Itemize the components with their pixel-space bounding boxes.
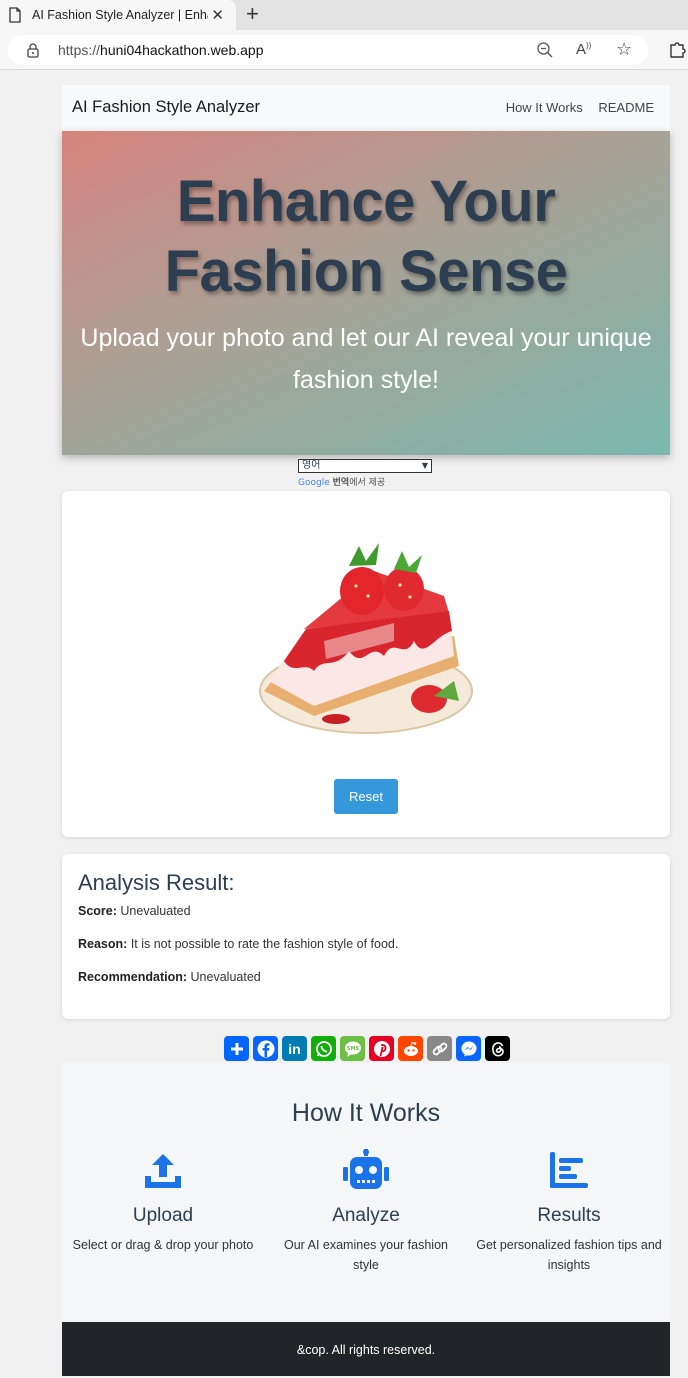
copy-link-icon[interactable] xyxy=(427,1036,452,1061)
hero-subtitle: Upload your photo and let our AI reveal … xyxy=(80,324,652,394)
recommendation-row: Recommendation: Unevaluated xyxy=(78,970,261,984)
page-icon xyxy=(9,7,21,23)
url-field[interactable]: https://huni04hackathon.web.app A)) ☆ xyxy=(8,35,648,65)
zoom-out-icon[interactable] xyxy=(536,41,554,59)
step-description: Get personalized fashion tips and insigh… xyxy=(476,1238,662,1272)
powered-by-google: Google 번역에서 제공 xyxy=(298,478,386,488)
robot-icon xyxy=(343,1149,389,1189)
reset-button[interactable]: Reset xyxy=(334,779,398,814)
step-title: Analyze xyxy=(332,1205,400,1226)
step-description: Our AI examines your fashion style xyxy=(284,1238,448,1272)
step-analyze: Analyze Our AI examines your fashion sty… xyxy=(271,1149,461,1275)
hero-title: Enhance Your Fashion Sense xyxy=(164,169,568,304)
share-icon[interactable] xyxy=(224,1036,249,1061)
threads-icon[interactable] xyxy=(485,1036,510,1061)
pinterest-icon[interactable] xyxy=(369,1036,394,1061)
analysis-result-heading: Analysis Result: xyxy=(78,870,235,895)
nav-link-how-it-works[interactable]: How It Works xyxy=(506,100,583,115)
share-buttons: in SMS xyxy=(224,1036,514,1062)
dropdown-arrow-icon: ▼ xyxy=(421,461,428,470)
uploaded-image xyxy=(259,543,473,734)
reason-value: It is not possible to rate the fashion s… xyxy=(130,937,399,951)
step-title: Upload xyxy=(132,1205,194,1226)
url-text: https://huni04hackathon.web.app xyxy=(58,42,264,58)
google-translate-widget: 영어 ▼ Google 번역에서 제공 xyxy=(298,459,434,488)
favorite-star-icon[interactable]: ☆ xyxy=(616,39,632,60)
step-upload: Upload Select or drag & drop your photo xyxy=(68,1149,258,1255)
browser-tab-bar: AI Fashion Style Analyzer | Enhance ✕ + xyxy=(0,0,688,30)
sms-icon[interactable]: SMS xyxy=(340,1036,365,1061)
hero-banner: Enhance Your Fashion Sense Upload your p… xyxy=(62,131,670,455)
score-row: Score: Unevaluated xyxy=(78,904,191,918)
tab-title: AI Fashion Style Analyzer | Enhance xyxy=(32,8,208,22)
linkedin-icon[interactable]: in xyxy=(282,1036,307,1061)
lock-icon[interactable] xyxy=(26,42,40,58)
upload-icon xyxy=(145,1154,181,1188)
nav-link-readme[interactable]: README xyxy=(598,100,654,115)
read-aloud-icon[interactable]: A)) xyxy=(576,41,591,58)
chart-icon xyxy=(550,1152,588,1188)
close-tab-icon[interactable]: ✕ xyxy=(211,6,224,24)
site-footer: &cop. All rights reserved. xyxy=(62,1322,670,1376)
reddit-icon[interactable] xyxy=(398,1036,423,1061)
brand-link[interactable]: AI Fashion Style Analyzer xyxy=(72,98,260,117)
score-value: Unevaluated xyxy=(120,904,191,918)
reason-row: Reason: It is not possible to rate the f… xyxy=(78,937,399,951)
extensions-icon[interactable] xyxy=(668,39,688,59)
recommendation-value: Unevaluated xyxy=(190,970,261,984)
site-navbar: AI Fashion Style Analyzer How It Works R… xyxy=(62,85,670,131)
step-results: Results Get personalized fashion tips an… xyxy=(474,1149,664,1275)
svg-text:SMS: SMS xyxy=(346,1046,359,1052)
footer-copyright: &cop. All rights reserved. xyxy=(296,1343,436,1357)
analysis-result-card: Analysis Result: Score: Unevaluated Reas… xyxy=(62,854,670,1019)
step-title: Results xyxy=(537,1205,601,1226)
how-it-works-heading: How It Works xyxy=(291,1099,441,1127)
language-select[interactable]: 영어 ▼ xyxy=(298,459,432,473)
browser-tab[interactable]: AI Fashion Style Analyzer | Enhance ✕ xyxy=(0,0,236,30)
whatsapp-icon[interactable] xyxy=(311,1036,336,1061)
nav-links: How It Works README xyxy=(494,100,654,115)
messenger-icon[interactable] xyxy=(456,1036,481,1061)
step-description: Select or drag & drop your photo xyxy=(72,1238,254,1252)
address-bar: https://huni04hackathon.web.app A)) ☆ xyxy=(0,30,688,70)
upload-card: Reset xyxy=(62,491,670,837)
how-it-works-section: How It Works Upload Select or drag & dro… xyxy=(62,1063,670,1321)
web-page: AI Fashion Style Analyzer How It Works R… xyxy=(0,71,688,1376)
facebook-icon[interactable] xyxy=(253,1036,278,1061)
new-tab-button[interactable]: + xyxy=(246,3,259,25)
